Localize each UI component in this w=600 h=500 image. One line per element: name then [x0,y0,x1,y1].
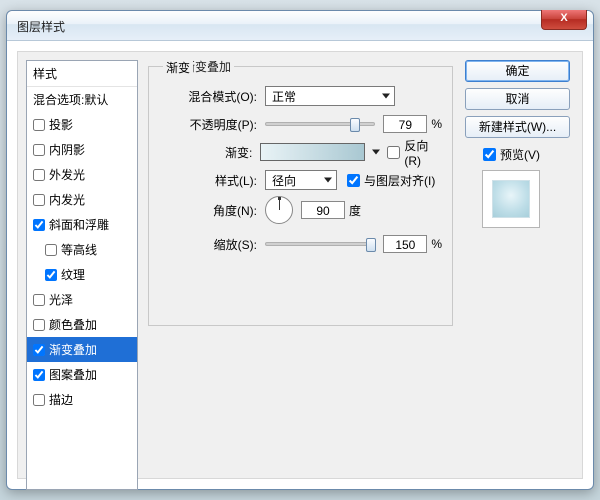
style-label: 样式(L): [167,172,257,189]
reverse-checkbox[interactable] [387,146,400,159]
outer-glow-checkbox[interactable] [33,169,45,181]
scale-value[interactable]: 150 [383,235,427,253]
satin-checkbox[interactable] [33,294,45,306]
angle-hand [279,199,280,210]
style-row-drop-shadow[interactable]: 投影 [27,112,137,137]
scale-label: 缩放(S): [167,236,257,253]
stroke-checkbox[interactable] [33,394,45,406]
blend-options-row[interactable]: 混合选项:默认 [27,87,137,112]
drop-shadow-checkbox[interactable] [33,119,45,131]
preview-checkbox[interactable] [483,148,496,161]
style-row-bevel-emboss[interactable]: 斜面和浮雕 [27,212,137,237]
new-style-button[interactable]: 新建样式(W)... [465,116,570,138]
cancel-button[interactable]: 取消 [465,88,570,110]
scale-thumb[interactable] [366,238,376,252]
align-checkbox-wrap[interactable]: 与图层对齐(I) [347,172,435,189]
chevron-down-icon [382,94,390,99]
align-checkbox[interactable] [347,174,360,187]
style-list-header: 样式 [27,61,137,87]
blend-mode-label: 混合模式(O): [167,88,257,105]
style-row-pattern-overlay[interactable]: 图案叠加 [27,362,137,387]
style-row-contour[interactable]: 等高线 [27,237,137,262]
style-row-color-overlay[interactable]: 颜色叠加 [27,312,137,337]
preview-checkbox-wrap[interactable]: 预览(V) [483,146,540,163]
preview-swatch [482,170,540,228]
window-title: 图层样式 [17,18,65,35]
chevron-down-icon[interactable] [372,150,380,155]
dialog-content: 样式 混合选项:默认 投影 内阴影 外发光 内发光 斜面和浮雕 等高线 纹理 光… [17,51,583,479]
texture-checkbox[interactable] [45,269,57,281]
blend-options-label: 混合选项:默认 [33,91,108,108]
layer-style-dialog: 图层样式 X 样式 混合选项:默认 投影 内阴影 外发光 内发光 斜面和浮雕 等… [6,10,594,490]
frame-title: 渐变 [163,59,193,76]
close-button[interactable]: X [541,10,587,30]
gradient-overlay-panel: 渐变叠加 渐变 混合模式(O): 正常 不透明度(P): 79 % 渐变: [148,58,453,492]
opacity-value[interactable]: 79 [383,115,427,133]
style-row-satin[interactable]: 光泽 [27,287,137,312]
scale-slider[interactable] [265,242,375,246]
opacity-label: 不透明度(P): [167,116,257,133]
chevron-down-icon [324,178,332,183]
style-row-texture[interactable]: 纹理 [27,262,137,287]
style-select[interactable]: 径向 [265,170,337,190]
angle-dial[interactable] [265,196,293,224]
inner-shadow-checkbox[interactable] [33,144,45,156]
opacity-thumb[interactable] [350,118,360,132]
reverse-checkbox-wrap[interactable]: 反向(R) [387,137,442,168]
gradient-swatch[interactable] [260,143,364,161]
inner-glow-checkbox[interactable] [33,194,45,206]
angle-label: 角度(N): [167,202,257,219]
ok-button[interactable]: 确定 [465,60,570,82]
titlebar[interactable]: 图层样式 X [7,11,593,41]
angle-value[interactable]: 90 [301,201,345,219]
bevel-emboss-checkbox[interactable] [33,219,45,231]
contour-checkbox[interactable] [45,244,57,256]
pattern-overlay-checkbox[interactable] [33,369,45,381]
preview-swatch-inner [492,180,530,218]
style-row-inner-glow[interactable]: 内发光 [27,187,137,212]
gradient-label: 渐变: [167,144,252,161]
style-row-outer-glow[interactable]: 外发光 [27,162,137,187]
opacity-slider[interactable] [265,122,375,126]
gradient-overlay-checkbox[interactable] [33,344,45,356]
blend-mode-select[interactable]: 正常 [265,86,395,106]
style-row-gradient-overlay[interactable]: 渐变叠加 [27,337,137,362]
color-overlay-checkbox[interactable] [33,319,45,331]
style-row-inner-shadow[interactable]: 内阴影 [27,137,137,162]
style-list: 样式 混合选项:默认 投影 内阴影 外发光 内发光 斜面和浮雕 等高线 纹理 光… [26,60,138,490]
style-row-stroke[interactable]: 描边 [27,387,137,412]
panel-frame: 渐变 混合模式(O): 正常 不透明度(P): 79 % 渐变: [148,66,453,326]
